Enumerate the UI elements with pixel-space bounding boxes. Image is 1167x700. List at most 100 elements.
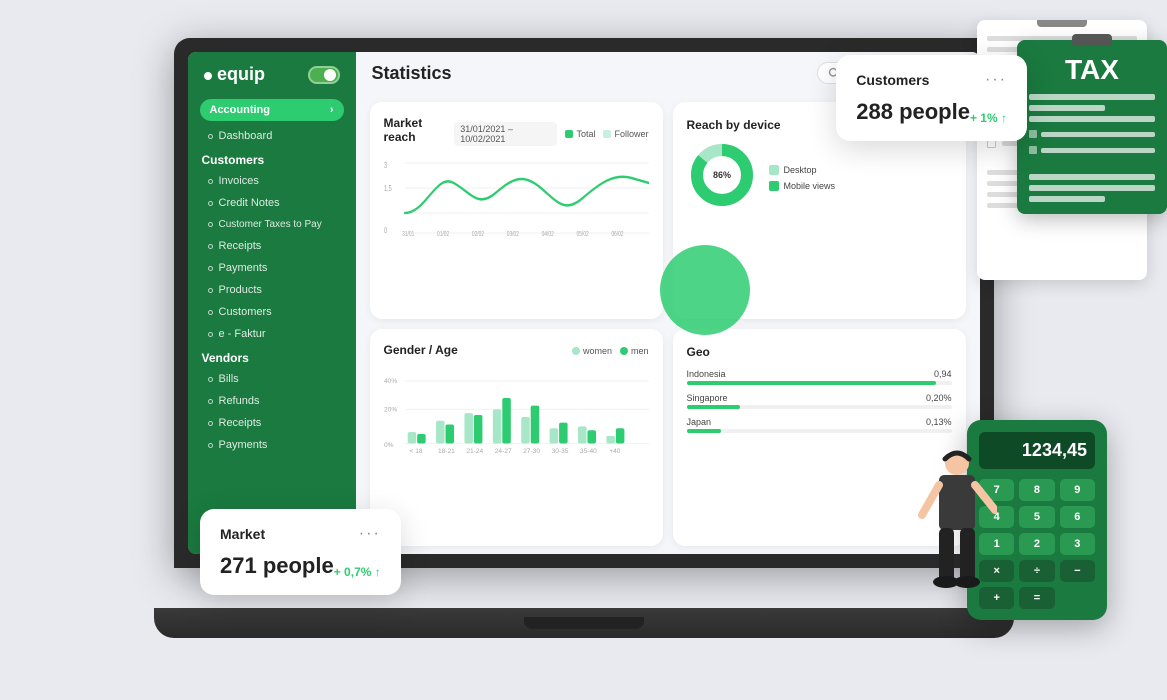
svg-text:27-30: 27-30 bbox=[523, 447, 540, 454]
sidebar-item-credit-notes[interactable]: Credit Notes bbox=[188, 192, 356, 214]
market-reach-card: Market reach 31/01/2021 – 10/02/2021 Tot… bbox=[370, 102, 663, 319]
sidebar-item-invoices[interactable]: Invoices bbox=[188, 170, 356, 192]
legend-follower-dot bbox=[603, 130, 611, 138]
market-reach-title: Market reach bbox=[384, 116, 455, 144]
svg-text:0%: 0% bbox=[384, 442, 394, 449]
customers-card-change: + 1% ↑ bbox=[970, 111, 1007, 125]
geo-bar-indonesia bbox=[687, 381, 936, 385]
tax-checkbox bbox=[1029, 130, 1037, 138]
legend-mobile: Mobile views bbox=[769, 181, 836, 191]
calc-btn-2[interactable]: 2 bbox=[1019, 533, 1054, 555]
legend-desktop-dot bbox=[769, 165, 779, 175]
legend-men: men bbox=[620, 346, 649, 356]
gender-age-title: Gender / Age bbox=[384, 343, 458, 357]
invoices-dot-icon bbox=[208, 179, 213, 184]
svg-text:05/02: 05/02 bbox=[576, 231, 589, 238]
sidebar-item-customers-sub[interactable]: Customers bbox=[188, 301, 356, 323]
calc-btn-equals[interactable]: = bbox=[1019, 587, 1054, 609]
tax-line bbox=[1029, 174, 1155, 180]
customers-card-menu[interactable]: ··· bbox=[985, 71, 1007, 89]
logo-dot bbox=[204, 72, 212, 80]
sidebar-item-customer-taxes[interactable]: Customer Taxes to Pay bbox=[188, 214, 356, 235]
calc-btn-5[interactable]: 5 bbox=[1019, 506, 1054, 528]
tax-checkbox-row bbox=[1029, 130, 1155, 138]
legend-desktop: Desktop bbox=[769, 165, 836, 175]
chart-date: 31/01/2021 – 10/02/2021 bbox=[454, 122, 557, 146]
paper-clip-top bbox=[1037, 20, 1087, 27]
calc-btn-9[interactable]: 9 bbox=[1060, 479, 1095, 501]
calc-btn-6[interactable]: 6 bbox=[1060, 506, 1095, 528]
svg-text:21-24: 21-24 bbox=[466, 447, 483, 454]
person-figure bbox=[917, 445, 997, 610]
svg-text:06/02: 06/02 bbox=[611, 231, 624, 238]
efaktur-dot-icon bbox=[208, 332, 213, 337]
calc-btn-minus[interactable]: − bbox=[1060, 560, 1095, 582]
tax-checkbox bbox=[1029, 146, 1037, 154]
gender-age-svg: 40% 20% 0% bbox=[384, 371, 649, 461]
sidebar-item-dashboard[interactable]: Dashboard bbox=[188, 125, 356, 147]
svg-text:24-27: 24-27 bbox=[494, 447, 511, 454]
bills-dot-icon bbox=[208, 377, 213, 382]
sidebar-item-receipts-v[interactable]: Receipts bbox=[188, 412, 356, 434]
svg-text:18-21: 18-21 bbox=[437, 447, 454, 454]
sidebar-logo: equip bbox=[188, 52, 356, 93]
legend-mobile-dot bbox=[769, 181, 779, 191]
sidebar-item-refunds[interactable]: Refunds bbox=[188, 390, 356, 412]
logo-text: equip bbox=[217, 64, 265, 84]
sidebar-vendors-group: Vendors bbox=[188, 345, 356, 368]
chart-header: Market reach 31/01/2021 – 10/02/2021 Tot… bbox=[384, 116, 649, 152]
refunds-dot-icon bbox=[208, 399, 213, 404]
calc-btn-3[interactable]: 3 bbox=[1060, 533, 1095, 555]
legend-total-dot bbox=[565, 130, 573, 138]
market-card-value: 271 people bbox=[220, 553, 334, 579]
sidebar-item-receipts-c[interactable]: Receipts bbox=[188, 235, 356, 257]
svg-text:< 18: < 18 bbox=[409, 447, 422, 454]
credit-notes-dot-icon bbox=[208, 201, 213, 206]
geo-bar-japan bbox=[687, 429, 721, 433]
market-card-title: Market bbox=[220, 526, 265, 542]
sidebar-item-products[interactable]: Products bbox=[188, 279, 356, 301]
svg-text:02/02: 02/02 bbox=[471, 231, 484, 238]
products-dot-icon bbox=[208, 288, 213, 293]
sidebar-item-bills[interactable]: Bills bbox=[188, 368, 356, 390]
scene: equip Accounting › Dashboard bbox=[0, 0, 1167, 700]
svg-text:+40: +40 bbox=[609, 447, 621, 454]
tax-lines bbox=[1029, 94, 1155, 202]
calc-btn-8[interactable]: 8 bbox=[1019, 479, 1054, 501]
market-reach-svg: 3 1,5 0 31/01 01/02 02/02 03/02 bbox=[384, 158, 649, 238]
toggle-switch[interactable] bbox=[308, 66, 340, 84]
floating-customers-card: Customers ··· 288 people + 1% ↑ bbox=[836, 55, 1027, 141]
logo: equip bbox=[204, 64, 265, 85]
reach-device-title: Reach by device bbox=[687, 118, 781, 132]
svg-text:31/01: 31/01 bbox=[402, 231, 415, 238]
sidebar-accounting-label[interactable]: Accounting › bbox=[200, 99, 344, 121]
tax-checkbox-row bbox=[1029, 146, 1155, 154]
legend-men-dot bbox=[620, 347, 628, 355]
laptop-base bbox=[154, 608, 1014, 638]
calc-btn-divide[interactable]: ÷ bbox=[1019, 560, 1054, 582]
device-legend: Desktop Mobile views bbox=[769, 165, 836, 191]
svg-text:03/02: 03/02 bbox=[506, 231, 519, 238]
payments-v-dot-icon bbox=[208, 443, 213, 448]
svg-text:35-40: 35-40 bbox=[579, 447, 596, 454]
tax-checkbox-line bbox=[1041, 148, 1155, 153]
legend-women-dot bbox=[572, 347, 580, 355]
market-card-menu[interactable]: ··· bbox=[359, 525, 381, 543]
page-title: Statistics bbox=[372, 63, 808, 84]
svg-text:3: 3 bbox=[384, 162, 387, 170]
tax-line bbox=[1029, 196, 1105, 202]
svg-text:1,5: 1,5 bbox=[384, 185, 392, 193]
payments-c-dot-icon bbox=[208, 266, 213, 271]
customer-taxes-dot-icon bbox=[208, 222, 213, 227]
svg-text:0: 0 bbox=[384, 227, 387, 235]
svg-text:40%: 40% bbox=[384, 377, 397, 384]
sidebar-item-payments-v[interactable]: Payments bbox=[188, 434, 356, 456]
legend-total: Total bbox=[565, 129, 595, 139]
sidebar-item-efaktur[interactable]: e - Faktur bbox=[188, 323, 356, 345]
tax-line bbox=[1029, 94, 1155, 100]
dashboard-grid: Market reach 31/01/2021 – 10/02/2021 Tot… bbox=[356, 94, 980, 554]
tax-label: TAX bbox=[1029, 54, 1155, 86]
legend-women: women bbox=[572, 346, 612, 356]
gender-age-legend: women men bbox=[572, 346, 649, 356]
sidebar-item-payments-c[interactable]: Payments bbox=[188, 257, 356, 279]
